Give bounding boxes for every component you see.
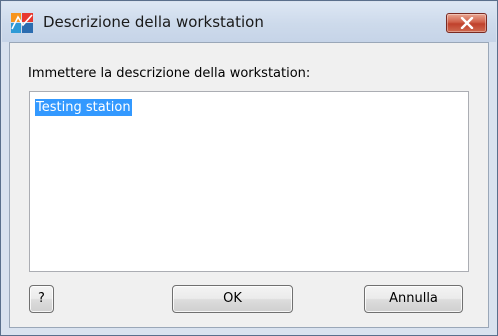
description-textarea[interactable]: Testing station bbox=[29, 91, 469, 272]
dialog-body: Immettere la descrizione della workstati… bbox=[9, 42, 489, 328]
description-prompt-label: Immettere la descrizione della workstati… bbox=[28, 66, 311, 81]
window-title: Descrizione della workstation bbox=[43, 13, 264, 31]
description-text-selected: Testing station bbox=[35, 99, 132, 116]
ok-button[interactable]: OK bbox=[172, 285, 293, 313]
cancel-button[interactable]: Annulla bbox=[364, 285, 463, 313]
dialog-window: Descrizione della workstation Immettere … bbox=[0, 0, 498, 336]
close-icon bbox=[460, 17, 474, 29]
close-button[interactable] bbox=[446, 13, 487, 33]
title-bar[interactable]: Descrizione della workstation bbox=[2, 2, 496, 42]
help-button[interactable]: ? bbox=[29, 285, 54, 313]
avg-logo-icon bbox=[11, 13, 33, 33]
